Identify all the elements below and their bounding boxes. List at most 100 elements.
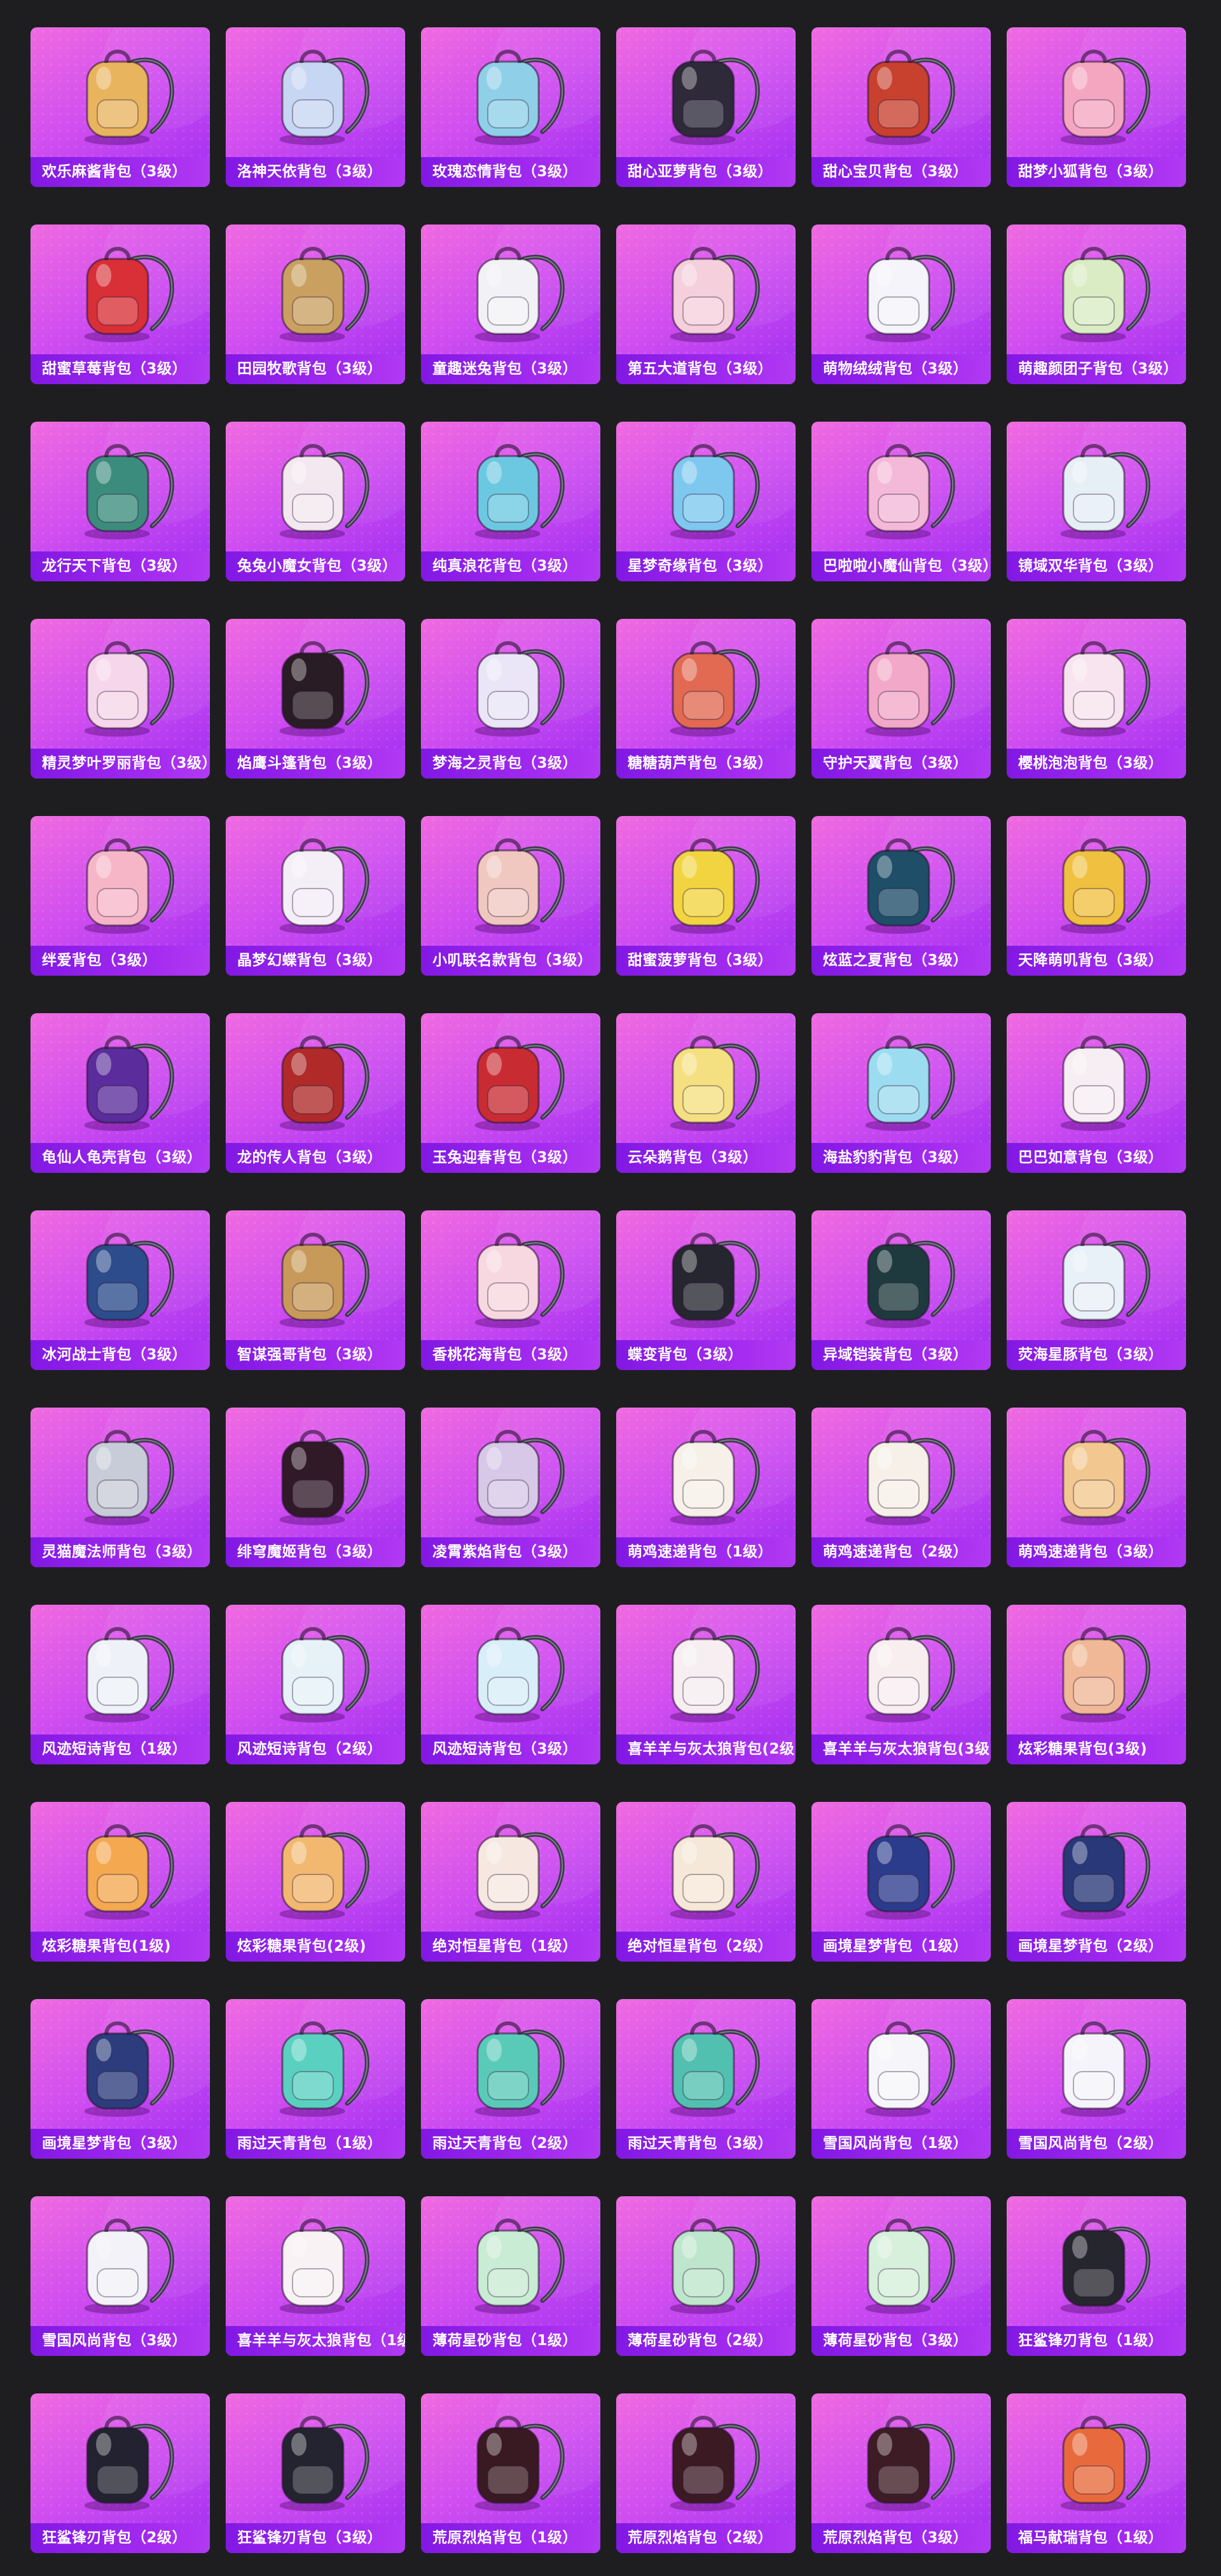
backpack-name: 海盐豹豹背包（3级）: [811, 1143, 991, 1173]
backpack-card[interactable]: 异域铠装背包（3级）: [811, 1210, 991, 1370]
backpack-card[interactable]: 巴啦啦小魔仙背包（3级）: [811, 422, 991, 581]
backpack-card[interactable]: 薄荷星砂背包（1级）: [421, 2196, 600, 2356]
backpack-card[interactable]: 甜心亚萝背包（3级）: [616, 27, 796, 187]
backpack-image: [1033, 825, 1160, 936]
backpack-card[interactable]: 绝对恒星背包（1级）: [421, 1802, 600, 1962]
backpack-image: [642, 1022, 769, 1133]
backpack-name: 萌鸡速递背包（2级）: [811, 1537, 991, 1567]
backpack-card[interactable]: 炫蓝之夏背包（3级）: [811, 816, 991, 976]
backpack-card[interactable]: 萌物绒绒背包（3级）: [811, 225, 991, 384]
backpack-image: [1033, 1614, 1160, 1725]
backpack-card[interactable]: 荒原烈焰背包（1级）: [421, 2393, 600, 2553]
backpack-image: [57, 825, 184, 936]
backpack-card[interactable]: 喜羊羊与灰太狼背包（1级）: [226, 2196, 405, 2356]
backpack-card[interactable]: 蝶变背包（3级）: [616, 1210, 796, 1370]
backpack-image: [838, 2008, 965, 2119]
backpack-image: [1033, 1022, 1160, 1133]
backpack-card[interactable]: 炫彩糖果背包(3级): [1007, 1605, 1186, 1764]
backpack-card[interactable]: 画境星梦背包（2级）: [1007, 1802, 1186, 1962]
backpack-name: 狂鲨锋刃背包（2级）: [31, 2523, 210, 2553]
backpack-card[interactable]: 晶梦幻蝶背包（3级）: [226, 816, 405, 976]
backpack-card[interactable]: 喜羊羊与灰太狼背包(2级): [616, 1605, 796, 1764]
backpack-card[interactable]: 风迹短诗背包（1级）: [31, 1605, 210, 1764]
backpack-image: [252, 825, 379, 936]
backpack-card[interactable]: 荒原烈焰背包（2级）: [616, 2393, 796, 2553]
backpack-card[interactable]: 狂鲨锋刃背包（3级）: [226, 2393, 405, 2553]
backpack-card[interactable]: 海盐豹豹背包（3级）: [811, 1013, 991, 1173]
backpack-card[interactable]: 守护天翼背包（3级）: [811, 619, 991, 779]
backpack-card[interactable]: 龙的传人背包（3级）: [226, 1013, 405, 1173]
backpack-name: 炫彩糖果背包(1级): [31, 1932, 210, 1962]
backpack-card[interactable]: 精灵梦叶罗丽背包（3级）: [31, 619, 210, 779]
backpack-card[interactable]: 雪国风尚背包（2级）: [1007, 1999, 1186, 2159]
backpack-card[interactable]: 巴巴如意背包（3级）: [1007, 1013, 1186, 1173]
backpack-image: [57, 628, 184, 739]
backpack-card[interactable]: 田园牧歌背包（3级）: [226, 225, 405, 384]
backpack-name: 冰河战士背包（3级）: [31, 1340, 210, 1370]
backpack-card[interactable]: 星梦奇缘背包（3级）: [616, 422, 796, 581]
backpack-card[interactable]: 福马献瑞背包（1级）: [1007, 2393, 1186, 2553]
backpack-card[interactable]: 画境星梦背包（1级）: [811, 1802, 991, 1962]
backpack-card[interactable]: 薄荷星砂背包（3级）: [811, 2196, 991, 2356]
backpack-card[interactable]: 炫彩糖果背包(1级): [31, 1802, 210, 1962]
backpack-card[interactable]: 镜域双华背包（3级）: [1007, 422, 1186, 581]
backpack-card[interactable]: 萌鸡速递背包（1级）: [616, 1408, 796, 1567]
backpack-image: [1033, 233, 1160, 345]
backpack-card[interactable]: 樱桃泡泡背包（3级）: [1007, 619, 1186, 779]
backpack-card[interactable]: 绝对恒星背包（2级）: [616, 1802, 796, 1962]
backpack-name: 风迹短诗背包（3级）: [421, 1735, 600, 1764]
backpack-card[interactable]: 风迹短诗背包（3级）: [421, 1605, 600, 1764]
backpack-card[interactable]: 欢乐麻酱背包（3级）: [31, 27, 210, 187]
backpack-card[interactable]: 绯穹魔姬背包（3级）: [226, 1408, 405, 1567]
backpack-card[interactable]: 萌鸡速递背包（3级）: [1007, 1408, 1186, 1567]
backpack-card[interactable]: 云朵鹅背包（3级）: [616, 1013, 796, 1173]
backpack-card[interactable]: 兔兔小魔女背包（3级）: [226, 422, 405, 581]
backpack-card[interactable]: 凌霄紫焰背包（3级）: [421, 1408, 600, 1567]
backpack-card[interactable]: 玉兔迎春背包（3级）: [421, 1013, 600, 1173]
backpack-card[interactable]: 灵猫魔法师背包（3级）: [31, 1408, 210, 1567]
backpack-card[interactable]: 冰河战士背包（3级）: [31, 1210, 210, 1370]
backpack-card[interactable]: 纯真浪花背包（3级）: [421, 422, 600, 581]
backpack-image: [838, 628, 965, 739]
backpack-card[interactable]: 童趣迷兔背包（3级）: [421, 225, 600, 384]
backpack-card[interactable]: 绊爱背包（3级）: [31, 816, 210, 976]
backpack-card[interactable]: 智谋强哥背包（3级）: [226, 1210, 405, 1370]
backpack-card[interactable]: 甜心宝贝背包（3级）: [811, 27, 991, 187]
backpack-card[interactable]: 洛神天依背包（3级）: [226, 27, 405, 187]
backpack-card[interactable]: 玫瑰恋情背包（3级）: [421, 27, 600, 187]
backpack-card[interactable]: 炫彩糖果背包(2级): [226, 1802, 405, 1962]
backpack-card[interactable]: 画境星梦背包（3级）: [31, 1999, 210, 2159]
backpack-image: [252, 2402, 379, 2514]
backpack-card[interactable]: 香桃花海背包（3级）: [421, 1210, 600, 1370]
backpack-card[interactable]: 荧海星豚背包（3级）: [1007, 1210, 1186, 1370]
backpack-card[interactable]: 风迹短诗背包（2级）: [226, 1605, 405, 1764]
backpack-card[interactable]: 萌鸡速递背包（2级）: [811, 1408, 991, 1567]
backpack-card[interactable]: 梦海之灵背包（3级）: [421, 619, 600, 779]
backpack-card[interactable]: 狂鲨锋刃背包（2级）: [31, 2393, 210, 2553]
backpack-name: 甜蜜菠萝背包（3级）: [616, 946, 796, 976]
backpack-image: [447, 2205, 574, 2316]
backpack-image: [447, 1022, 574, 1133]
backpack-card[interactable]: 天降萌叽背包（3级）: [1007, 816, 1186, 976]
backpack-card[interactable]: 荒原烈焰背包（3级）: [811, 2393, 991, 2553]
backpack-card[interactable]: 糖糖葫芦背包（3级）: [616, 619, 796, 779]
backpack-card[interactable]: 第五大道背包（3级）: [616, 225, 796, 384]
backpack-card[interactable]: 雨过天青背包（3级）: [616, 1999, 796, 2159]
backpack-card[interactable]: 龙行天下背包（3级）: [31, 422, 210, 581]
backpack-card[interactable]: 萌趣颜团子背包（3级）: [1007, 225, 1186, 384]
backpack-card[interactable]: 甜蜜草莓背包（3级）: [31, 225, 210, 384]
backpack-image: [838, 2402, 965, 2514]
backpack-name: 雨过天青背包（1级）: [226, 2129, 405, 2159]
backpack-card[interactable]: 雪国风尚背包（3级）: [31, 2196, 210, 2356]
backpack-card[interactable]: 雨过天青背包（2级）: [421, 1999, 600, 2159]
backpack-card[interactable]: 狂鲨锋刃背包（1级）: [1007, 2196, 1186, 2356]
backpack-card[interactable]: 薄荷星砂背包（2级）: [616, 2196, 796, 2356]
backpack-card[interactable]: 喜羊羊与灰太狼背包(3级): [811, 1605, 991, 1764]
backpack-card[interactable]: 龟仙人龟壳背包（3级）: [31, 1013, 210, 1173]
backpack-card[interactable]: 小叽联名款背包（3级）: [421, 816, 600, 976]
backpack-card[interactable]: 焰鹰斗篷背包（3级）: [226, 619, 405, 779]
backpack-card[interactable]: 雨过天青背包（1级）: [226, 1999, 405, 2159]
backpack-card[interactable]: 甜梦小狐背包（3级）: [1007, 27, 1186, 187]
backpack-card[interactable]: 甜蜜菠萝背包（3级）: [616, 816, 796, 976]
backpack-card[interactable]: 雪国风尚背包（1级）: [811, 1999, 991, 2159]
